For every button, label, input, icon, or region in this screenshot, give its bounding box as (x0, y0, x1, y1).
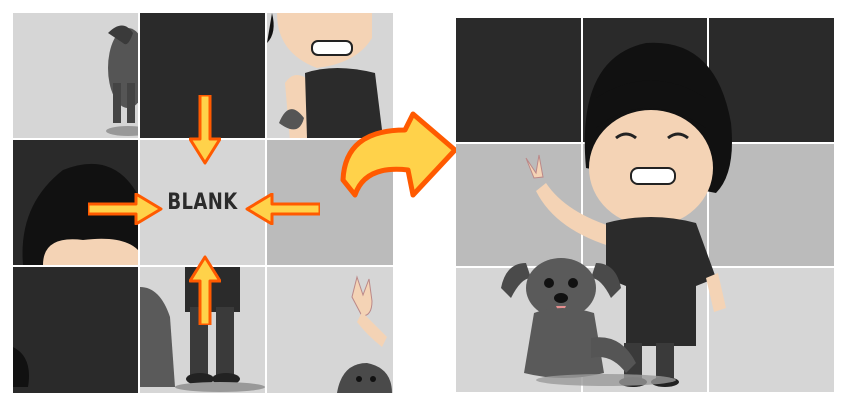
dog-tail-image (106, 25, 138, 136)
puzzle-tile-r1c1[interactable] (13, 13, 138, 138)
arrow-down-icon (189, 95, 221, 165)
solved-puzzle-board (456, 18, 834, 392)
arrow-right-icon (88, 193, 163, 225)
puzzle-tile-r3c1[interactable] (13, 267, 138, 393)
puzzle-tile-r3c3[interactable] (267, 267, 393, 393)
arrow-up-icon (189, 255, 221, 325)
arrow-left-icon (245, 193, 320, 225)
curved-arrow-icon (340, 111, 458, 198)
peace-hand-dog-image (337, 275, 392, 393)
hair-corner-image (13, 347, 29, 387)
solved-character-image (501, 42, 732, 387)
